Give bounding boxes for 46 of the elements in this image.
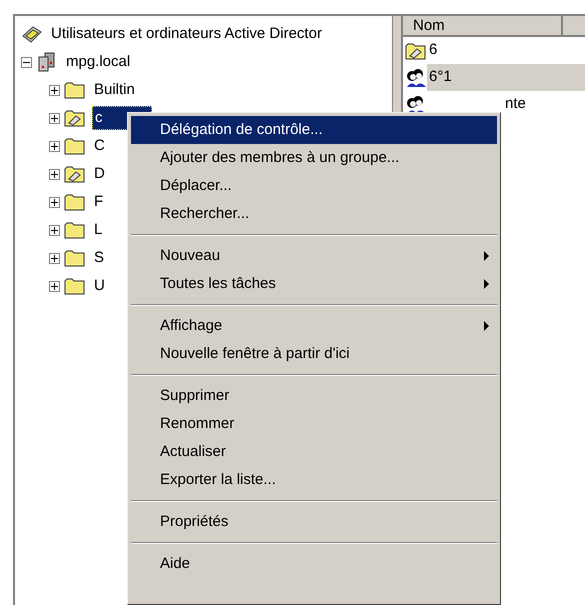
folder-book-icon bbox=[405, 40, 427, 60]
tree-item[interactable]: Utilisateurs et ordinateurs Active Director bbox=[49, 22, 324, 46]
menu-item[interactable]: Ajouter des membres à un groupe... bbox=[131, 144, 497, 172]
menu-item[interactable]: Exporter la liste... bbox=[131, 466, 497, 494]
expand-icon[interactable] bbox=[49, 196, 60, 208]
menu-item[interactable]: Délégation de contrôle... bbox=[131, 116, 497, 144]
expand-icon[interactable] bbox=[49, 140, 60, 152]
expand-icon[interactable] bbox=[49, 112, 60, 124]
tree-item[interactable]: D bbox=[92, 162, 107, 186]
users-icon bbox=[405, 68, 427, 88]
menu-item[interactable]: Nouveau bbox=[131, 242, 497, 270]
list-item[interactable]: 6°1 bbox=[427, 64, 585, 91]
menu-item[interactable]: Toutes les tâches bbox=[131, 270, 497, 298]
folder-icon bbox=[64, 192, 86, 212]
expand-icon[interactable] bbox=[49, 84, 60, 96]
list-item[interactable]: 6 bbox=[427, 37, 585, 64]
folder-icon bbox=[64, 80, 86, 100]
folder-book-icon bbox=[64, 108, 86, 128]
tree-item[interactable]: L bbox=[92, 218, 104, 242]
expand-icon[interactable] bbox=[49, 168, 60, 180]
tree-item[interactable]: F bbox=[92, 190, 106, 214]
expand-icon[interactable] bbox=[49, 224, 60, 236]
menu-item[interactable]: Rechercher... bbox=[131, 200, 497, 228]
snap-in-icon bbox=[21, 24, 43, 44]
menu-item[interactable]: Actualiser bbox=[131, 438, 497, 466]
folder-icon bbox=[64, 276, 86, 296]
menu-item[interactable]: Supprimer bbox=[131, 382, 497, 410]
folder-icon bbox=[64, 248, 86, 268]
menu-item[interactable]: Nouvelle fenêtre à partir d'ici bbox=[131, 340, 497, 368]
tree-item[interactable]: C bbox=[92, 134, 107, 158]
tree-item[interactable]: S bbox=[92, 246, 106, 270]
collapse-icon[interactable] bbox=[21, 56, 32, 68]
menu-item[interactable]: Aide bbox=[131, 550, 497, 578]
menu-item[interactable]: Propriétés bbox=[131, 508, 497, 536]
menu-item[interactable]: Affichage bbox=[131, 312, 497, 340]
menu-item[interactable]: Renommer bbox=[131, 410, 497, 438]
tree-item[interactable]: Builtin bbox=[92, 78, 137, 102]
tree-item[interactable]: mpg.local bbox=[64, 50, 132, 74]
menu-item[interactable]: Déplacer... bbox=[131, 172, 497, 200]
folder-book-icon bbox=[64, 164, 86, 184]
tree-item[interactable]: U bbox=[92, 274, 107, 298]
column-header[interactable]: Nom bbox=[403, 16, 563, 37]
expand-icon[interactable] bbox=[49, 280, 60, 292]
expand-icon[interactable] bbox=[49, 252, 60, 264]
folder-icon bbox=[64, 220, 86, 240]
folder-icon bbox=[64, 136, 86, 156]
